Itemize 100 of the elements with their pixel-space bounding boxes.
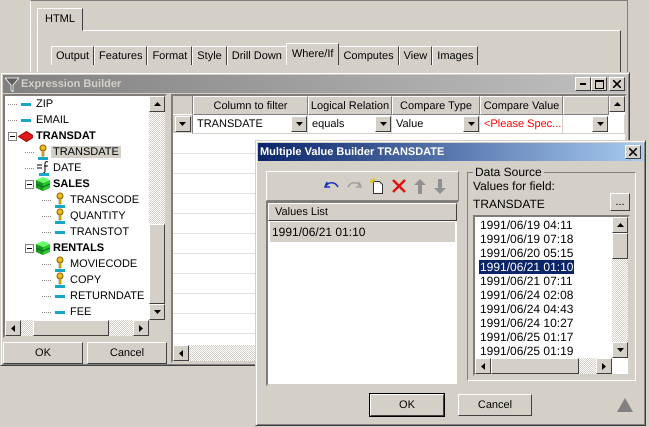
scroll-right-button[interactable] <box>133 320 149 336</box>
dialog-button[interactable]: OK <box>3 342 83 364</box>
key-icon <box>38 144 48 160</box>
tree-item[interactable]: FEE <box>68 306 94 318</box>
tree-item[interactable]: EMAIL <box>34 114 72 126</box>
key-icon <box>54 272 64 288</box>
field-icon <box>20 102 30 106</box>
tree-item[interactable]: TRANSTOT <box>68 226 132 238</box>
group-label: Data Source <box>474 165 543 179</box>
dialog-button[interactable]: Cancel <box>458 394 532 416</box>
up-arrow-icon <box>616 223 624 227</box>
tree-item[interactable]: QUANTITY <box>68 210 128 222</box>
delete-icon[interactable] <box>392 179 406 193</box>
new-document-icon[interactable] <box>370 178 384 194</box>
tab[interactable]: Computes <box>338 46 399 65</box>
dropdown-button[interactable] <box>592 116 608 132</box>
down-arrow-icon <box>154 310 160 314</box>
list-item[interactable]: 1991/06/19 07:18 <box>479 232 574 246</box>
field-name: TRANSDATE <box>473 197 545 211</box>
tab[interactable]: Output <box>51 46 94 65</box>
left-arrow-icon <box>179 350 183 356</box>
list-item[interactable]: 1991/06/19 04:11 <box>479 218 574 232</box>
list-item[interactable]: 1991/06/25 01:19 <box>479 344 574 358</box>
undo-icon[interactable] <box>324 181 339 191</box>
scroll-thumb[interactable] <box>491 358 579 374</box>
tree-item[interactable]: TRANSDAT <box>34 130 98 142</box>
scroll-thumb[interactable] <box>612 233 628 259</box>
cell-text: TRANSDATE <box>197 118 263 130</box>
scroll-up-button[interactable] <box>149 96 165 112</box>
close-icon <box>629 148 637 156</box>
tree-item[interactable]: TRANSCODE <box>68 194 142 206</box>
right-arrow-icon <box>602 362 606 370</box>
browse-button[interactable]: ... <box>610 193 630 211</box>
list-item[interactable]: 1991/06/20 05:15 <box>479 246 574 260</box>
scroll-down-button[interactable] <box>612 342 628 358</box>
scroll-left-button[interactable] <box>173 345 189 361</box>
key-icon <box>54 256 64 272</box>
close-icon <box>613 80 621 88</box>
tab[interactable]: Features <box>94 46 148 65</box>
dropdown-button[interactable] <box>291 116 307 132</box>
tree-item[interactable]: DATE <box>51 162 84 174</box>
list-item[interactable]: 1991/06/24 04:43 <box>479 302 574 316</box>
triangle-icon <box>617 398 633 412</box>
dropdown-button[interactable] <box>463 116 479 132</box>
collapse-toggle[interactable] <box>8 132 17 140</box>
tree-item[interactable]: TRANSDATE <box>51 146 121 158</box>
tab[interactable]: Drill Down <box>226 46 287 65</box>
scroll-left-button[interactable] <box>475 358 491 374</box>
scroll-right-button[interactable] <box>596 358 612 374</box>
scrollbar[interactable] <box>173 345 255 361</box>
table-icon <box>36 177 50 191</box>
tab[interactable]: Where/If <box>286 43 340 65</box>
tab[interactable]: View <box>398 46 432 65</box>
scrollbar[interactable] <box>5 320 165 336</box>
dropdown-button[interactable] <box>375 116 391 132</box>
column-header: Logical Relation <box>308 96 392 115</box>
collapse-toggle[interactable] <box>25 180 34 188</box>
key-icon <box>54 192 64 208</box>
tab[interactable]: HTML <box>37 8 83 31</box>
close-button[interactable] <box>625 145 641 159</box>
scroll-down-button[interactable] <box>149 304 165 320</box>
tree-item[interactable]: RENTALS <box>51 242 106 254</box>
dialog-button[interactable]: OK <box>370 394 444 416</box>
field-icon <box>54 310 64 314</box>
collapse-toggle[interactable] <box>25 244 34 252</box>
list-item[interactable]: 1991/06/21 01:10 <box>270 222 455 242</box>
scroll-thumb[interactable] <box>33 320 109 336</box>
tree-item[interactable]: RETURNDATE <box>68 290 146 302</box>
caret-down-icon <box>468 122 474 126</box>
tree-item[interactable]: ZIP <box>34 98 56 110</box>
scroll-up-button[interactable] <box>609 96 625 112</box>
dialog-button[interactable]: Cancel <box>87 342 167 364</box>
down-arrow-icon <box>616 348 624 352</box>
caret-down-icon <box>380 122 386 126</box>
right-arrow-icon <box>139 324 143 332</box>
list-item[interactable]: 1991/06/25 01:17 <box>479 330 574 344</box>
cell-text: <Please Spec... <box>484 118 562 130</box>
scroll-thumb[interactable] <box>149 224 165 304</box>
list-item[interactable]: 1991/06/21 01:10 <box>479 260 574 274</box>
tab[interactable]: Format <box>147 46 192 65</box>
up-arrow-icon <box>614 102 620 106</box>
column-header: Compare Value <box>480 96 563 115</box>
list-item[interactable]: 1991/06/21 07:11 <box>479 274 574 288</box>
column-header: Values List <box>268 203 457 221</box>
tree-item[interactable]: MOVIECODE <box>68 258 140 270</box>
scroll-left-button[interactable] <box>5 320 21 336</box>
tree-item[interactable]: COPY <box>68 274 104 286</box>
scrollbar[interactable] <box>149 96 165 320</box>
scrollbar[interactable] <box>612 217 628 358</box>
maximize-icon <box>594 80 604 88</box>
list-item[interactable]: 1991/06/24 10:27 <box>479 316 574 330</box>
filter-icon <box>5 76 19 92</box>
tree-item[interactable]: SALES <box>51 178 92 190</box>
tab[interactable]: Images <box>432 46 478 65</box>
list-item[interactable]: 1991/06/24 02:08 <box>479 288 574 302</box>
window-title: Multiple Value Builder TRANSDATE <box>260 146 446 158</box>
scroll-up-button[interactable] <box>612 217 628 233</box>
field-icon <box>20 118 30 122</box>
field-icon <box>54 294 64 298</box>
tab[interactable]: Style <box>192 46 227 65</box>
